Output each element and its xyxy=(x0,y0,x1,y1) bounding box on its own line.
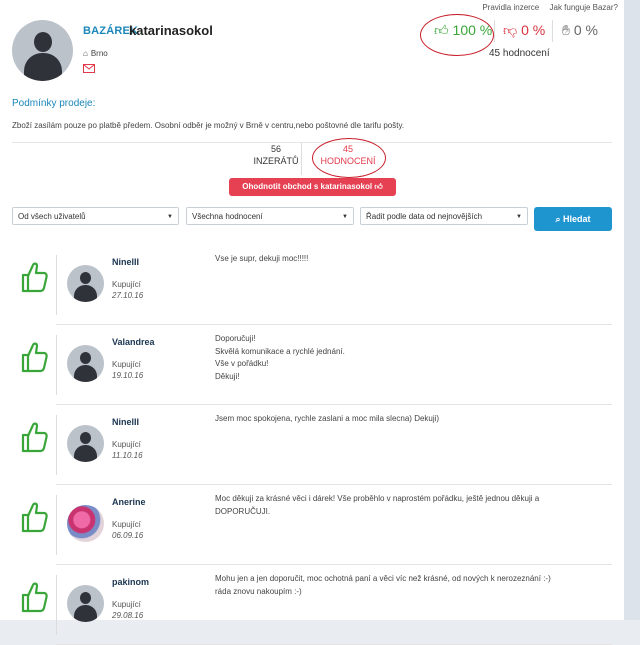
review-date: 06.09.16 xyxy=(112,531,144,540)
row-divider xyxy=(56,335,57,395)
positive-thumb-icon xyxy=(20,581,48,613)
reviewer-role: Kupující xyxy=(112,600,141,609)
avatar[interactable] xyxy=(67,425,104,462)
sort-select[interactable]: Řadit podle data od nejnovějších ▼ xyxy=(360,207,528,225)
search-icon: ⌕ xyxy=(555,214,561,224)
review-text: Mohu jen a jen doporučit, moc ochotná pa… xyxy=(215,573,595,598)
row-divider xyxy=(56,415,57,475)
tab-divider xyxy=(301,143,302,175)
profile-username[interactable]: katarinasokol xyxy=(129,23,213,38)
tab-listings-label: INZERÁTŮ xyxy=(253,156,299,166)
reviewer-role: Kupující xyxy=(112,280,141,289)
users-filter-value: Od všech uživatelů xyxy=(18,212,86,221)
chevron-down-icon: ▼ xyxy=(342,214,348,220)
profile-avatar xyxy=(12,20,73,81)
thumbs-up-icon: 👍︎ xyxy=(434,22,449,38)
positive-thumb-icon xyxy=(20,421,48,453)
negative-stat: 👎︎ 0 % xyxy=(503,22,545,39)
page: Pravidla inzerce Jak funguje Bazar? BAZÁ… xyxy=(0,0,624,645)
positive-percent: 100 % xyxy=(452,22,493,38)
ratings-count: 45 hodnocení xyxy=(489,48,550,59)
review-text: Vse je supr, dekuji moc!!!!! xyxy=(215,253,595,266)
review-text: Moc děkuji za krásné věci i dárek! Vše p… xyxy=(215,493,595,518)
negative-percent: 0 % xyxy=(521,22,546,38)
rate-seller-label: Ohodnotit obchod s katarinasokol xyxy=(242,182,373,191)
neutral-hand-icon: ✋︎ xyxy=(562,22,570,38)
avatar[interactable] xyxy=(67,505,104,542)
review-text-line: Skvělá komunikace a rychlé jednání. xyxy=(215,346,345,356)
review-row: Anerine Kupující 06.09.16 Moc děkuji za krá… xyxy=(12,485,612,565)
avatar[interactable] xyxy=(67,265,104,302)
review-row: pakinom Kupující 29.08.16 Mohu jen a jen do… xyxy=(12,565,612,645)
review-date: 19.10.16 xyxy=(112,371,144,380)
review-date: 29.08.16 xyxy=(112,611,144,620)
review-text-line: ráda znovu nakoupím :-) xyxy=(215,586,302,596)
how-it-works-link[interactable]: Jak funguje Bazar? xyxy=(550,3,619,12)
review-text: Doporučuji! Skvělá komunikace a rychlé je… xyxy=(215,333,595,383)
annotation-circle xyxy=(312,138,386,178)
location-label: Brno xyxy=(90,49,108,58)
review-text: Jsem moc spokojena, rychle zaslani a moc… xyxy=(215,413,595,426)
positive-thumb-icon xyxy=(20,501,48,533)
users-filter-select[interactable]: Od všech uživatelů ▼ xyxy=(12,207,179,225)
reviewer-name[interactable]: Anerine xyxy=(112,497,146,507)
ratings-filter-value: Všechna hodnocení xyxy=(192,212,263,221)
reviewer-name[interactable]: NinelII xyxy=(112,417,139,427)
review-text-line: Mohu jen a jen doporučit, moc ochotná pa… xyxy=(215,574,551,583)
ratings-filter-select[interactable]: Všechna hodnocení ▼ xyxy=(186,207,354,225)
review-row: Valandrea Kupující 19.10.16 Doporučuji! Skvě… xyxy=(12,325,612,405)
tab-listings-count: 56 xyxy=(270,144,281,154)
review-text-line: Děkuji! xyxy=(215,371,240,381)
home-icon: ⌂ xyxy=(83,49,88,58)
positive-thumb-icon xyxy=(20,261,48,293)
reviewer-name[interactable]: NinelII xyxy=(112,257,139,267)
review-text-line: Vse je supr, dekuji moc!!!!! xyxy=(215,254,309,263)
rules-link[interactable]: Pravidla inzerce xyxy=(482,3,539,12)
search-button[interactable]: ⌕ Hledat xyxy=(534,207,612,231)
chevron-down-icon: ▼ xyxy=(167,214,173,220)
review-date: 11.10.16 xyxy=(112,451,143,460)
location: ⌂ Brno xyxy=(83,49,108,58)
reviewer-name[interactable]: Valandrea xyxy=(112,337,155,347)
thumbs-up-icon: 👍︎ xyxy=(374,182,383,191)
rate-seller-button[interactable]: Ohodnotit obchod s katarinasokol 👍︎ xyxy=(229,178,396,196)
sort-value: Řadit podle data od nejnovějších xyxy=(366,212,483,221)
tab-listings[interactable]: 56 INZERÁTŮ xyxy=(253,143,299,167)
reviewer-name[interactable]: pakinom xyxy=(112,577,149,587)
avatar[interactable] xyxy=(67,585,104,622)
reviewer-role: Kupující xyxy=(112,440,141,449)
review-text-line: Jsem moc spokojena, rychle zaslani a moc… xyxy=(215,414,440,423)
chevron-down-icon: ▼ xyxy=(516,214,522,220)
page-edge xyxy=(624,0,640,620)
thumbs-down-icon: 👎︎ xyxy=(503,22,518,38)
search-label: Hledat xyxy=(563,214,591,224)
reviewer-role: Kupující xyxy=(112,360,141,369)
review-text-line: Moc děkuji za krásné věci i dárek! Vše p… xyxy=(215,494,540,516)
neutral-percent: 0 % xyxy=(573,22,598,38)
neutral-stat: ✋︎ 0 % xyxy=(562,22,598,39)
review-row: NinelII Kupující 11.10.16 Jsem moc spokojen… xyxy=(12,405,612,485)
divider xyxy=(12,142,612,143)
stat-divider xyxy=(494,20,495,42)
positive-stat: 👍︎ 100 % xyxy=(434,22,492,39)
conditions-text: Zboží zasílám pouze po platbě předem. Os… xyxy=(12,121,405,130)
avatar[interactable] xyxy=(67,345,104,382)
row-divider xyxy=(56,495,57,555)
envelope-icon[interactable] xyxy=(83,64,95,73)
review-text-line: Vše v pořádku! xyxy=(215,359,269,368)
review-row: NinelII Kupující 27.10.16 Vse je supr, deku… xyxy=(12,245,612,325)
review-text-line: Doporučuji! xyxy=(215,334,256,343)
positive-thumb-icon xyxy=(20,341,48,373)
row-divider xyxy=(56,575,57,635)
row-divider xyxy=(56,255,57,315)
stat-divider xyxy=(552,20,553,42)
top-links: Pravidla inzerce Jak funguje Bazar? xyxy=(474,3,618,12)
conditions-title: Podmínky prodeje: xyxy=(12,98,96,109)
reviewer-role: Kupující xyxy=(112,520,141,529)
review-date: 27.10.16 xyxy=(112,291,144,300)
